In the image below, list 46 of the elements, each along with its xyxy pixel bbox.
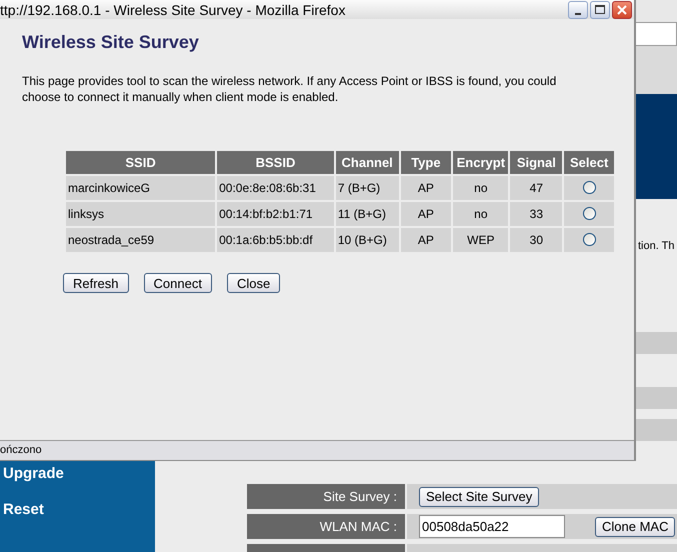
sidebar-link[interactable]: Reset [3,499,155,522]
page-heading: Wireless Site Survey [22,31,200,54]
close-button[interactable]: Close [226,273,280,293]
column-header: SSID [66,151,216,174]
field-label: WLAN MAC : [247,514,405,540]
sidebar-link[interactable]: Upgrade [3,463,155,486]
column-header: Select [564,151,614,174]
window-title: ttp://192.168.0.1 - Wireless Site Survey - Mozilla Firefox [0,2,346,16]
table-cell: 00:14:bf:b2:b1:71 [217,202,334,226]
table-cell: neostrada_ce59 [66,228,216,252]
connect-button[interactable]: Connect [144,273,212,293]
table-cell: 47 [510,176,562,200]
column-header: Type [400,151,452,174]
maximize-icon[interactable] [590,0,610,18]
table-cell: 7 (B+G) [336,176,398,200]
column-header: Channel [336,151,398,174]
status-bar: ończono [0,440,634,460]
table-cell: marcinkowiceG [66,176,216,200]
table-cell: no [453,202,508,226]
clone-mac-button[interactable]: Clone MAC [595,516,676,537]
close-icon[interactable] [612,0,632,18]
table-cell: 00:0e:8e:08:6b:31 [217,176,334,200]
column-header: BSSID [217,151,334,174]
select-radio[interactable] [582,233,596,246]
mac-input-field[interactable]: 00508da50a22 [419,515,565,538]
minimize-icon[interactable] [568,0,588,18]
column-header: Signal [510,151,562,174]
table-cell: AP [400,228,452,252]
table-cell: 11 (B+G) [336,202,398,226]
table-cell: 00:1a:6b:b5:bb:df [217,228,334,252]
table-cell: WEP [453,228,508,252]
table-cell: AP [400,202,452,226]
table-cell: 10 (B+G) [336,228,398,252]
description-text: This page provides tool to scan the wireless network. If any Access Point or IBSS is found, you could choose to connect it manually when client mode is enabled. [22,73,558,105]
table-cell: AP [400,176,452,200]
column-header: Encrypt [453,151,508,174]
table-cell: 30 [510,228,562,252]
field-label: Site Survey : [247,484,405,510]
site-survey-button[interactable]: Select Site Survey [419,486,540,507]
select-radio[interactable] [582,181,596,194]
table-cell: no [453,176,508,200]
select-radio[interactable] [582,207,596,220]
table-cell: 33 [510,202,562,226]
page-text: tion. Th [638,239,674,254]
table-cell: linksys [66,202,216,226]
refresh-button[interactable]: Refresh [63,273,129,293]
